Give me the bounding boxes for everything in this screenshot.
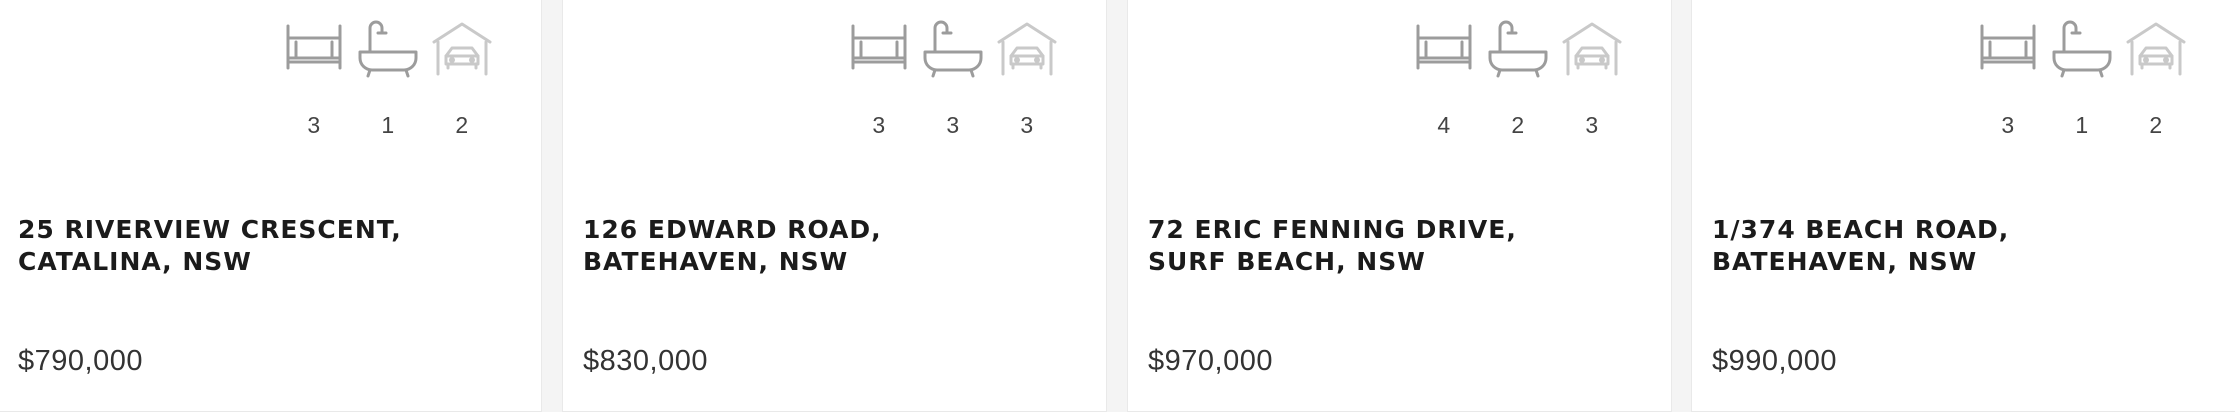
property-features: 3 3 3 (847, 18, 1059, 139)
listing-price: $830,000 (583, 345, 708, 377)
bedrooms-count: 3 (872, 112, 886, 138)
bathrooms-count: 1 (381, 112, 395, 138)
listing-address[interactable]: 25 RIVERVIEW CRESCENT, CATALINA, NSW (18, 214, 498, 278)
bed-icon (1412, 18, 1476, 82)
bathrooms-count: 2 (1511, 112, 1525, 138)
bath-icon (1486, 18, 1550, 82)
listing-card[interactable]: 3 1 2 1/374 BEACH ROAD, BATEHAVEN, NSW $… (1692, 0, 2235, 411)
address-suburb: CATALINA, NSW (18, 247, 252, 276)
property-features: 3 1 2 (1976, 18, 2188, 139)
listing-price: $790,000 (18, 345, 143, 377)
bedrooms-feature: 3 (1976, 18, 2040, 139)
garages-count: 2 (455, 112, 469, 138)
property-features: 4 2 3 (1412, 18, 1624, 139)
garages-count: 2 (2149, 112, 2163, 138)
bedrooms-feature: 3 (282, 18, 346, 139)
garage-icon (430, 18, 494, 82)
garages-feature: 2 (430, 18, 494, 139)
bedrooms-count: 4 (1437, 112, 1451, 138)
garages-count: 3 (1020, 112, 1034, 138)
garages-feature: 3 (1560, 18, 1624, 139)
bath-icon (921, 18, 985, 82)
bath-icon (356, 18, 420, 82)
address-suburb: BATEHAVEN, NSW (1712, 247, 1978, 276)
bedrooms-feature: 4 (1412, 18, 1476, 139)
listing-price: $990,000 (1712, 345, 1837, 377)
garage-icon (2124, 18, 2188, 82)
bath-icon (2050, 18, 2114, 82)
property-features: 3 1 2 (282, 18, 494, 139)
bathrooms-count: 3 (946, 112, 960, 138)
address-suburb: BATEHAVEN, NSW (583, 247, 849, 276)
bathrooms-feature: 1 (2050, 18, 2114, 139)
garage-icon (1560, 18, 1624, 82)
garage-icon (995, 18, 1059, 82)
garages-feature: 2 (2124, 18, 2188, 139)
address-suburb: SURF BEACH, NSW (1148, 247, 1426, 276)
listings-grid: 3 1 2 25 RIVERVIEW CRESCENT, CATALINA, N… (0, 0, 2235, 412)
address-street: 72 ERIC FENNING DRIVE, (1148, 215, 1517, 244)
bedrooms-count: 3 (307, 112, 321, 138)
address-street: 1/374 BEACH ROAD, (1712, 215, 2010, 244)
bathrooms-feature: 2 (1486, 18, 1550, 139)
listing-card[interactable]: 3 1 2 25 RIVERVIEW CRESCENT, CATALINA, N… (0, 0, 541, 411)
address-street: 126 EDWARD ROAD, (583, 215, 882, 244)
listing-address[interactable]: 72 ERIC FENNING DRIVE, SURF BEACH, NSW (1148, 214, 1628, 278)
address-street: 25 RIVERVIEW CRESCENT, (18, 215, 402, 244)
listing-address[interactable]: 1/374 BEACH ROAD, BATEHAVEN, NSW (1712, 214, 2192, 278)
bathrooms-count: 1 (2075, 112, 2089, 138)
listing-card[interactable]: 4 2 3 72 ERIC FENNING DRIVE, SURF BEACH,… (1128, 0, 1671, 411)
bed-icon (282, 18, 346, 82)
listing-card[interactable]: 3 3 3 126 EDWARD ROAD, BATEHAVEN, NSW $8… (563, 0, 1106, 411)
bathrooms-feature: 1 (356, 18, 420, 139)
listing-price: $970,000 (1148, 345, 1273, 377)
bed-icon (847, 18, 911, 82)
bedrooms-count: 3 (2001, 112, 2015, 138)
garages-feature: 3 (995, 18, 1059, 139)
bedrooms-feature: 3 (847, 18, 911, 139)
listing-address[interactable]: 126 EDWARD ROAD, BATEHAVEN, NSW (583, 214, 1063, 278)
garages-count: 3 (1585, 112, 1599, 138)
bed-icon (1976, 18, 2040, 82)
bathrooms-feature: 3 (921, 18, 985, 139)
